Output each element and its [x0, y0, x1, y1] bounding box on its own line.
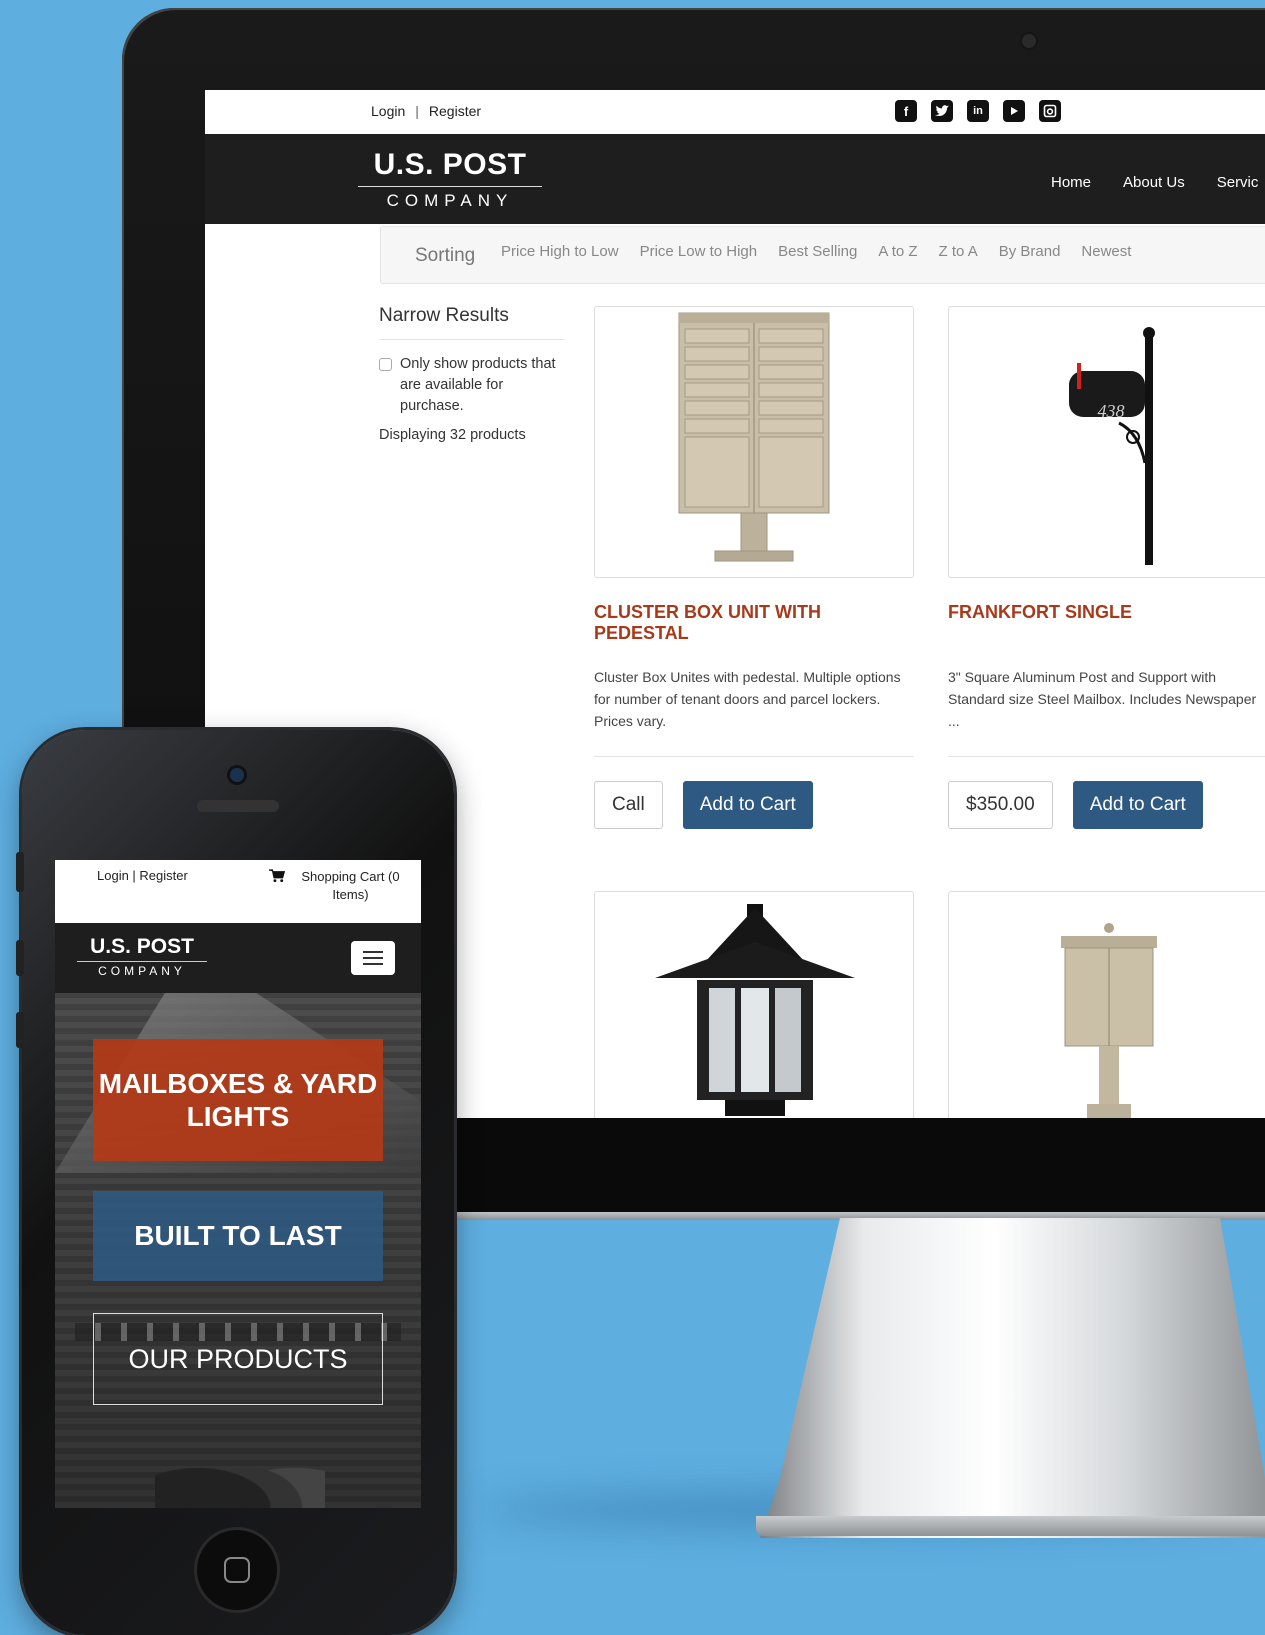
availability-filter-label: Only show products that are available fo…: [400, 356, 556, 414]
pedestal-box-image: [1061, 923, 1157, 1118]
sort-price-low-high[interactable]: Price Low to High: [640, 243, 758, 260]
facebook-icon[interactable]: f: [895, 100, 917, 122]
mobile-logo-line1: U.S. POST: [77, 935, 207, 962]
sort-price-high-low[interactable]: Price High to Low: [501, 243, 619, 260]
mobile-login-register[interactable]: Login | Register: [97, 868, 188, 883]
register-link[interactable]: Register: [429, 103, 481, 119]
nav-services[interactable]: Servic: [1217, 174, 1259, 191]
twitter-icon[interactable]: [931, 100, 953, 122]
mobile-logo-line2: COMPANY: [98, 964, 186, 978]
frankfort-mailbox-image: 438: [1069, 327, 1155, 565]
home-square-icon: [224, 1557, 250, 1583]
phone-side-button: [16, 1012, 24, 1048]
product-image[interactable]: [948, 891, 1265, 1118]
phone-side-button: [16, 852, 24, 892]
product-description: Cluster Box Unites with pedestal. Multip…: [594, 669, 901, 729]
phone-camera: [230, 768, 244, 782]
sort-newest[interactable]: Newest: [1081, 243, 1131, 260]
mobile-top-bar: Login | Register Shopping Cart (0 Items): [55, 860, 421, 923]
cart-icon: [269, 869, 286, 883]
main-nav: Home About Us Servic: [1051, 174, 1258, 191]
mobile-logo[interactable]: U.S. POST COMPANY: [77, 935, 207, 978]
add-to-cart-button[interactable]: Add to Cart: [1072, 781, 1203, 829]
cluster-box-image: [678, 312, 830, 562]
mobile-header: U.S. POST COMPANY: [55, 923, 421, 993]
sorting-title: Sorting: [415, 245, 476, 266]
site-header: U.S. POST COMPANY Home About Us Servic: [205, 134, 1265, 224]
product-image[interactable]: 438: [948, 306, 1265, 578]
social-icons: f in: [895, 100, 1061, 122]
sorting-options: Price High to Low Price Low to High Best…: [501, 243, 1131, 260]
card-divider: [948, 756, 1265, 757]
product-title[interactable]: FRANKFORT SINGLE: [948, 602, 1265, 646]
product-title[interactable]: CLUSTER BOX UNIT WITH PEDESTAL: [594, 602, 914, 646]
monitor-stand-base: [756, 1516, 1265, 1536]
sort-by-brand[interactable]: By Brand: [999, 243, 1061, 260]
yard-light-image: [655, 904, 855, 1116]
mobile-cart-link[interactable]: Shopping Cart (0 Items): [269, 868, 409, 904]
narrow-results-title: Narrow Results: [379, 305, 565, 340]
instagram-icon[interactable]: [1039, 100, 1061, 122]
monitor-camera: [1022, 34, 1036, 48]
product-actions: $350.00 Add to Cart: [948, 781, 1265, 829]
youtube-icon[interactable]: [1003, 100, 1025, 122]
account-links: Login | Register: [371, 103, 481, 119]
nav-about-us[interactable]: About Us: [1123, 174, 1185, 191]
phone-side-button: [16, 940, 24, 976]
logo-line1: U.S. POST: [358, 148, 542, 187]
card-divider: [594, 756, 914, 757]
product-count: Displaying 32 products: [379, 427, 526, 443]
sort-a-to-z[interactable]: A to Z: [878, 243, 917, 260]
top-bar: Login | Register f in: [205, 90, 1265, 134]
availability-checkbox[interactable]: [379, 358, 392, 371]
link-separator: |: [415, 103, 419, 119]
hero-banner-mailboxes: MAILBOXES & YARD LIGHTS: [93, 1039, 383, 1161]
hamburger-menu-icon[interactable]: [351, 941, 395, 975]
phone-speaker: [197, 800, 279, 812]
nav-home[interactable]: Home: [1051, 174, 1091, 191]
mobile-screen: Login | Register Shopping Cart (0 Items)…: [55, 860, 421, 1508]
sort-z-to-a[interactable]: Z to A: [939, 243, 978, 260]
hero-mailboxes: [155, 1438, 325, 1508]
call-button[interactable]: Call: [594, 781, 663, 829]
product-card: CLUSTER BOX UNIT WITH PEDESTAL Cluster B…: [594, 306, 914, 829]
mobile-hero: MAILBOXES & YARD LIGHTS BUILT TO LAST OU…: [55, 993, 421, 1508]
product-card: [948, 891, 1265, 1118]
monitor-stand: [760, 1218, 1265, 1538]
logo-line2: COMPANY: [386, 191, 514, 210]
narrow-results-sidebar: Narrow Results Only show products that a…: [379, 305, 565, 443]
product-description: 3" Square Aluminum Post and Support with…: [948, 669, 1257, 729]
product-image[interactable]: [594, 306, 914, 578]
product-actions: Call Add to Cart: [594, 781, 914, 829]
product-image[interactable]: [594, 891, 914, 1118]
product-card: [594, 891, 914, 1118]
product-card: 438 FRANKFORT SINGLE 3" Square Aluminum …: [948, 306, 1265, 829]
sort-best-selling[interactable]: Best Selling: [778, 243, 857, 260]
phone-home-button[interactable]: [197, 1530, 277, 1610]
our-products-button[interactable]: OUR PRODUCTS: [93, 1313, 383, 1405]
site-logo[interactable]: U.S. POST COMPANY: [358, 148, 542, 211]
hero-banner-built-to-last: BUILT TO LAST: [93, 1191, 383, 1281]
linkedin-icon[interactable]: in: [967, 100, 989, 122]
sorting-bar: Sorting Price High to Low Price Low to H…: [380, 226, 1265, 284]
add-to-cart-button[interactable]: Add to Cart: [682, 781, 813, 829]
availability-filter[interactable]: Only show products that are available fo…: [379, 354, 565, 417]
cart-label: Shopping Cart (0 Items): [301, 869, 400, 902]
price-tag: $350.00: [948, 781, 1053, 829]
house-number: 438: [1098, 401, 1125, 421]
login-link[interactable]: Login: [371, 103, 405, 119]
